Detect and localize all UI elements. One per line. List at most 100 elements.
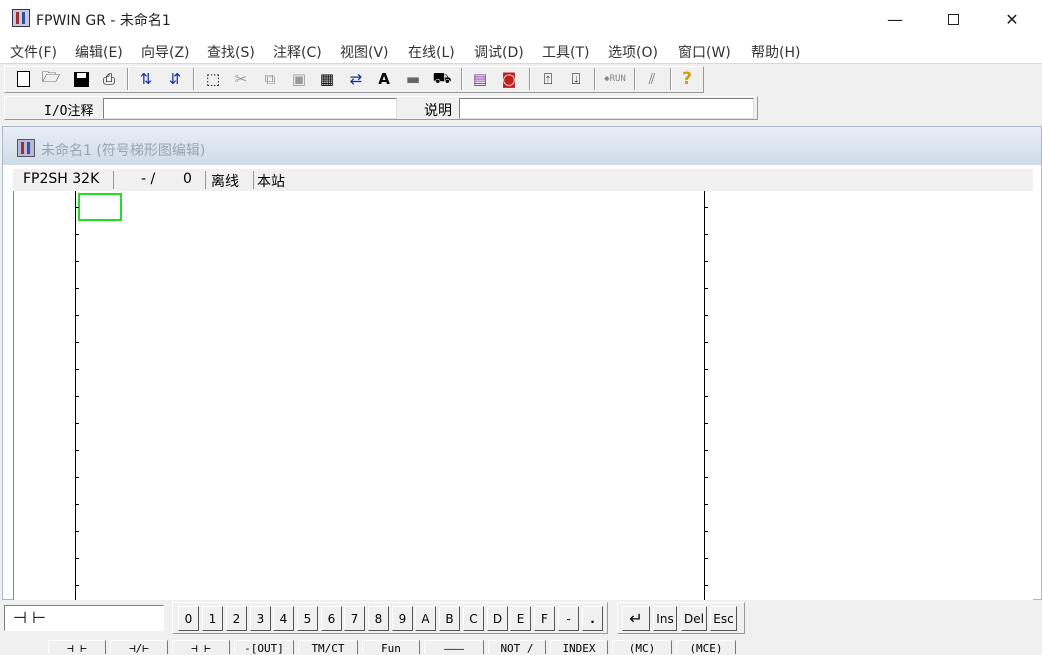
key-b[interactable]: B (439, 606, 460, 631)
editor-icon (17, 139, 35, 157)
ladder-down-icon[interactable]: ⇵ (164, 68, 186, 90)
fkey-contact-a[interactable]: ⊣ ⊢ (48, 640, 106, 655)
rail-tick (76, 423, 79, 424)
fkey-mce[interactable]: (MCE) (676, 640, 736, 655)
fkey-index[interactable]: INDEX (550, 640, 608, 655)
copy-icon[interactable]: ⧉ (259, 68, 281, 90)
new-file-icon[interactable] (12, 68, 34, 90)
rail-tick (76, 477, 79, 478)
address-display: - / (141, 171, 156, 187)
toolbar-separator (594, 68, 596, 90)
key-minus[interactable]: - (558, 606, 579, 631)
run-icon[interactable]: ◆RUN (600, 68, 630, 90)
key-2[interactable]: 2 (226, 606, 247, 631)
rail-tick (76, 315, 79, 316)
find-icon[interactable]: ⛟ (431, 68, 453, 90)
rail-tick (76, 450, 79, 451)
key-f[interactable]: F (534, 606, 555, 631)
key-4[interactable]: 4 (273, 606, 294, 631)
description-input[interactable] (459, 98, 754, 119)
rail-tick (705, 315, 708, 316)
compare-icon[interactable]: ◙ (498, 68, 520, 90)
toolbar: 🗁 ⎙ ⇅ ⇵ ⬚ ✂ ⧉ ▣ ▦ ⇄ A ▬ ⛟ ▤ ◙ ⍐ ⍗ ◆RUN ⫽… (0, 64, 1042, 94)
rail-tick (705, 504, 708, 505)
fkey-function[interactable]: Fun (362, 640, 420, 655)
plc-read-icon[interactable]: ⍐ (537, 68, 559, 90)
menu-edit[interactable]: 编辑(E) (75, 42, 123, 62)
key-8[interactable]: 8 (368, 606, 389, 631)
menu-tools[interactable]: 工具(T) (542, 42, 589, 62)
help-icon[interactable]: ? (676, 68, 698, 90)
del-key[interactable]: Del (681, 606, 707, 631)
key-dot[interactable]: . (582, 606, 603, 631)
fkey-branch[interactable]: ⊣ ⊢ (172, 640, 230, 655)
menu-view[interactable]: 视图(V) (340, 42, 389, 62)
select-icon[interactable]: ⬚ (202, 68, 224, 90)
key-c[interactable]: C (463, 606, 484, 631)
menu-online[interactable]: 在线(L) (408, 42, 455, 62)
key-6[interactable]: 6 (321, 606, 342, 631)
force-icon[interactable]: ⫽ (641, 68, 663, 90)
open-folder-icon[interactable]: 🗁 (40, 68, 62, 90)
save-icon[interactable] (70, 68, 92, 90)
step-count: 0 (183, 171, 192, 187)
paste-icon[interactable]: ▣ (288, 68, 310, 90)
key-0[interactable]: 0 (178, 606, 199, 631)
rail-tick (705, 261, 708, 262)
menu-options[interactable]: 选项(O) (608, 42, 658, 62)
key-1[interactable]: 1 (202, 606, 223, 631)
transfer-icon[interactable]: ⇄ (345, 68, 367, 90)
fkey-contact-b[interactable]: ⊣/⊢ (110, 640, 168, 655)
fkey-line[interactable]: ——— (424, 640, 484, 655)
block-icon[interactable]: ▬ (402, 68, 424, 90)
rail-tick (705, 477, 708, 478)
maximize-button[interactable] (924, 0, 982, 38)
fkey-not[interactable]: NOT / (488, 640, 546, 655)
key-7[interactable]: 7 (344, 606, 365, 631)
status-separator (113, 171, 114, 189)
menu-comment[interactable]: 注释(C) (273, 42, 322, 62)
fkey-out[interactable]: -[OUT] (234, 640, 294, 655)
instruction-input[interactable]: ⊣ ⊢ (4, 605, 164, 631)
toolbar-separator (634, 68, 636, 90)
register-icon[interactable]: ▦ (316, 68, 338, 90)
menu-window[interactable]: 窗口(W) (678, 42, 731, 62)
rail-tick (705, 585, 708, 586)
key-3[interactable]: 3 (250, 606, 271, 631)
menu-wizard[interactable]: 向导(Z) (141, 42, 190, 62)
close-button[interactable]: ✕ (983, 0, 1041, 38)
menu-search[interactable]: 查找(S) (207, 42, 255, 62)
print-icon[interactable]: ⎙ (98, 68, 120, 90)
esc-key[interactable]: Esc (710, 606, 737, 631)
key-d[interactable]: D (487, 606, 508, 631)
ladder-up-icon[interactable]: ⇅ (135, 68, 157, 90)
enter-key[interactable]: ↵ (622, 606, 650, 631)
rail-tick (76, 234, 79, 235)
cut-icon[interactable]: ✂ (230, 68, 252, 90)
key-5[interactable]: 5 (297, 606, 318, 631)
plc-write-icon[interactable]: ⍗ (565, 68, 587, 90)
io-comment-input[interactable] (103, 98, 397, 119)
rail-tick (76, 558, 79, 559)
key-9[interactable]: 9 (392, 606, 413, 631)
toolbar-separator (670, 68, 672, 90)
text-icon[interactable]: A (373, 68, 395, 90)
rail-tick (76, 207, 79, 208)
toolbar-separator (461, 68, 463, 90)
minimize-button[interactable]: — (866, 0, 924, 38)
editor-status-row: FP2SH 32K - / 0 离线 本站 (13, 169, 1033, 191)
rail-tick (705, 396, 708, 397)
key-e[interactable]: E (510, 606, 531, 631)
rail-tick (76, 504, 79, 505)
menu-debug[interactable]: 调试(D) (474, 42, 524, 62)
menu-help[interactable]: 帮助(H) (751, 42, 800, 62)
status-separator (205, 171, 206, 189)
fkey-mc[interactable]: (MC) (612, 640, 672, 655)
menu-file[interactable]: 文件(F) (10, 42, 57, 62)
edit-cursor[interactable] (78, 193, 122, 221)
monitor-icon[interactable]: ▤ (469, 68, 491, 90)
ins-key[interactable]: Ins (653, 606, 677, 631)
fkey-timer-counter[interactable]: TM/CT (298, 640, 358, 655)
ladder-canvas[interactable] (13, 191, 1033, 601)
key-a[interactable]: A (415, 606, 436, 631)
